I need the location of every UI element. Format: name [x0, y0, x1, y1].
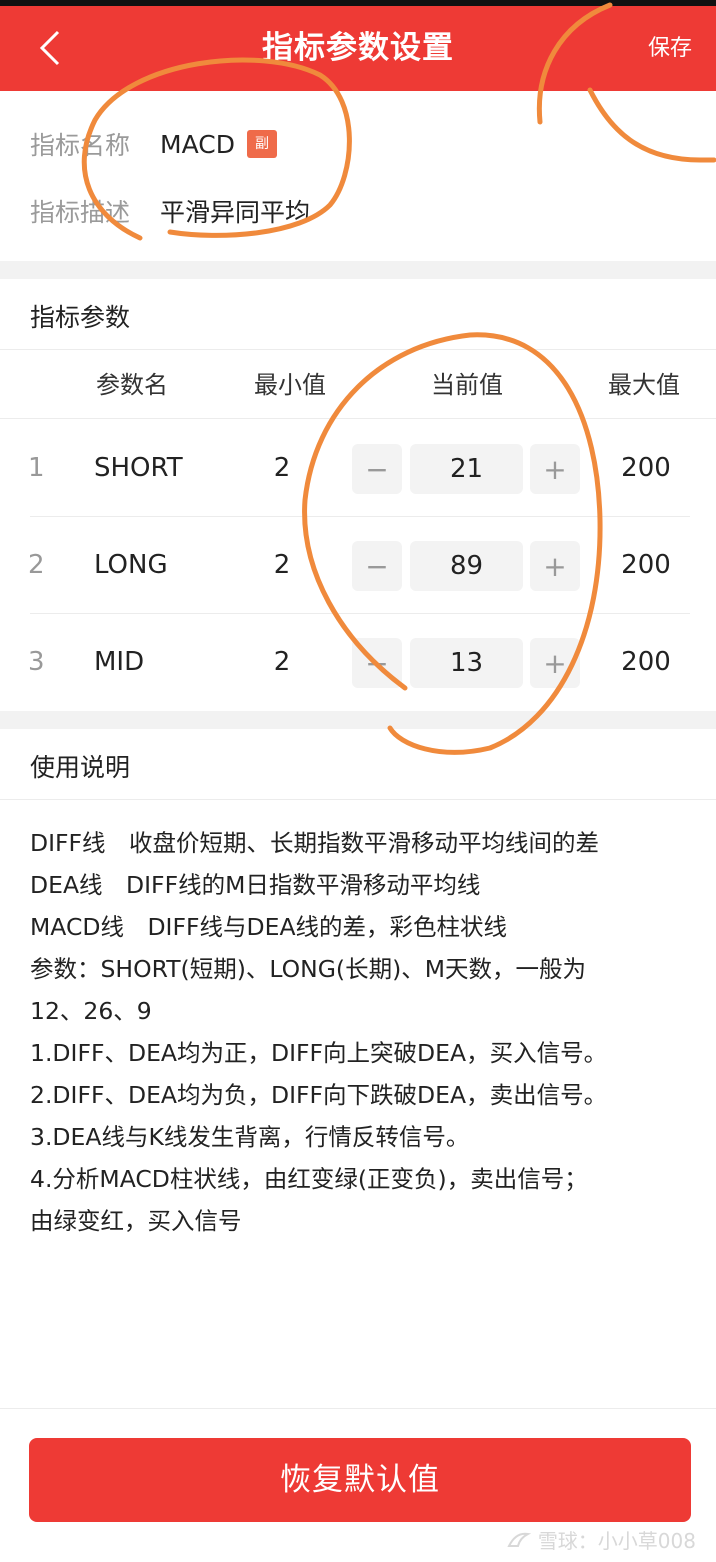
indicator-desc-value: 平滑异同平均	[160, 198, 311, 227]
param-index: 2	[28, 550, 45, 580]
usage-line: DEA线 DIFF线的M日指数平滑移动平均线	[30, 871, 481, 899]
decrement-button[interactable]: −	[352, 444, 402, 494]
param-max: 200	[621, 550, 671, 580]
column-min-header: 最小值	[254, 371, 326, 399]
param-name: SHORT	[94, 453, 183, 483]
params-section-title: 指标参数	[30, 303, 131, 332]
params-table-header: 参数名 最小值 当前值 最大值	[0, 352, 716, 418]
usage-line: DIFF线 收盘价短期、长期指数平滑移动平均线间的差	[30, 829, 600, 857]
indicator-info: 指标名称 MACD 副 指标描述 平滑异同平均	[0, 91, 716, 261]
param-index: 1	[28, 453, 45, 483]
usage-line: 12、26、9	[30, 997, 152, 1025]
param-max: 200	[621, 647, 671, 677]
increment-button[interactable]: +	[530, 444, 580, 494]
param-row: 1 SHORT 2 − 21 + 200	[0, 420, 716, 517]
usage-line: 2.DIFF、DEA均为负，DIFF向下跌破DEA，卖出信号。	[30, 1081, 608, 1109]
usage-section-title: 使用说明	[30, 753, 131, 782]
param-min: 2	[273, 647, 291, 677]
section-gap	[0, 711, 716, 729]
column-max-header: 最大值	[608, 371, 680, 399]
param-name: MID	[94, 647, 145, 677]
divider	[0, 799, 716, 800]
decrement-button[interactable]: −	[352, 541, 402, 591]
watermark-text: 雪球：小小草008	[537, 1529, 696, 1553]
increment-button[interactable]: +	[530, 638, 580, 688]
current-value-input[interactable]: 21	[410, 444, 523, 494]
indicator-name-label: 指标名称	[30, 131, 131, 160]
usage-line: 3.DEA线与K线发生背离，行情反转信号。	[30, 1123, 470, 1151]
param-row: 2 LONG 2 − 89 + 200	[0, 517, 716, 614]
param-min: 2	[273, 453, 291, 483]
watermark: 雪球：小小草008	[506, 1525, 696, 1554]
param-name: LONG	[94, 550, 168, 580]
divider	[0, 418, 716, 419]
usage-line: 4.分析MACD柱状线，由红变绿(正变负)，卖出信号；	[30, 1165, 588, 1193]
divider	[0, 1408, 716, 1409]
usage-line: 参数：SHORT(短期)、LONG(长期)、M天数，一般为	[30, 955, 587, 983]
top-bar: 指标参数设置 保存	[0, 6, 716, 91]
column-current-header: 当前值	[431, 371, 503, 399]
indicator-desc-label: 指标描述	[30, 198, 131, 227]
param-row: 3 MID 2 − 13 + 200	[0, 614, 716, 711]
restore-defaults-button[interactable]: 恢复默认值	[29, 1438, 691, 1522]
indicator-name-value: MACD	[160, 129, 235, 159]
page-title: 指标参数设置	[262, 30, 454, 66]
param-max: 200	[621, 453, 671, 483]
usage-text: DIFF线 收盘价短期、长期指数平滑移动平均线间的差 DEA线 DIFF线的M日…	[30, 822, 700, 1242]
increment-button[interactable]: +	[530, 541, 580, 591]
indicator-desc-row: 指标描述 平滑异同平均	[30, 186, 310, 236]
param-min: 2	[273, 550, 291, 580]
column-name-header: 参数名	[96, 371, 168, 399]
usage-line: 1.DIFF、DEA均为正，DIFF向上突破DEA，买入信号。	[30, 1039, 608, 1067]
save-button[interactable]: 保存	[648, 6, 692, 91]
sub-chart-badge: 副	[246, 130, 277, 158]
current-value-input[interactable]: 89	[410, 541, 523, 591]
param-index: 3	[28, 647, 45, 677]
indicator-name-row: 指标名称 MACD 副	[30, 119, 277, 169]
usage-line: MACD线 DIFF线与DEA线的差，彩色柱状线	[30, 913, 508, 941]
current-value-input[interactable]: 13	[410, 638, 523, 688]
divider	[0, 349, 716, 350]
usage-line: 由绿变红，买入信号	[30, 1207, 242, 1235]
snowball-logo-icon	[507, 1532, 532, 1547]
decrement-button[interactable]: −	[352, 638, 402, 688]
section-gap	[0, 261, 716, 279]
